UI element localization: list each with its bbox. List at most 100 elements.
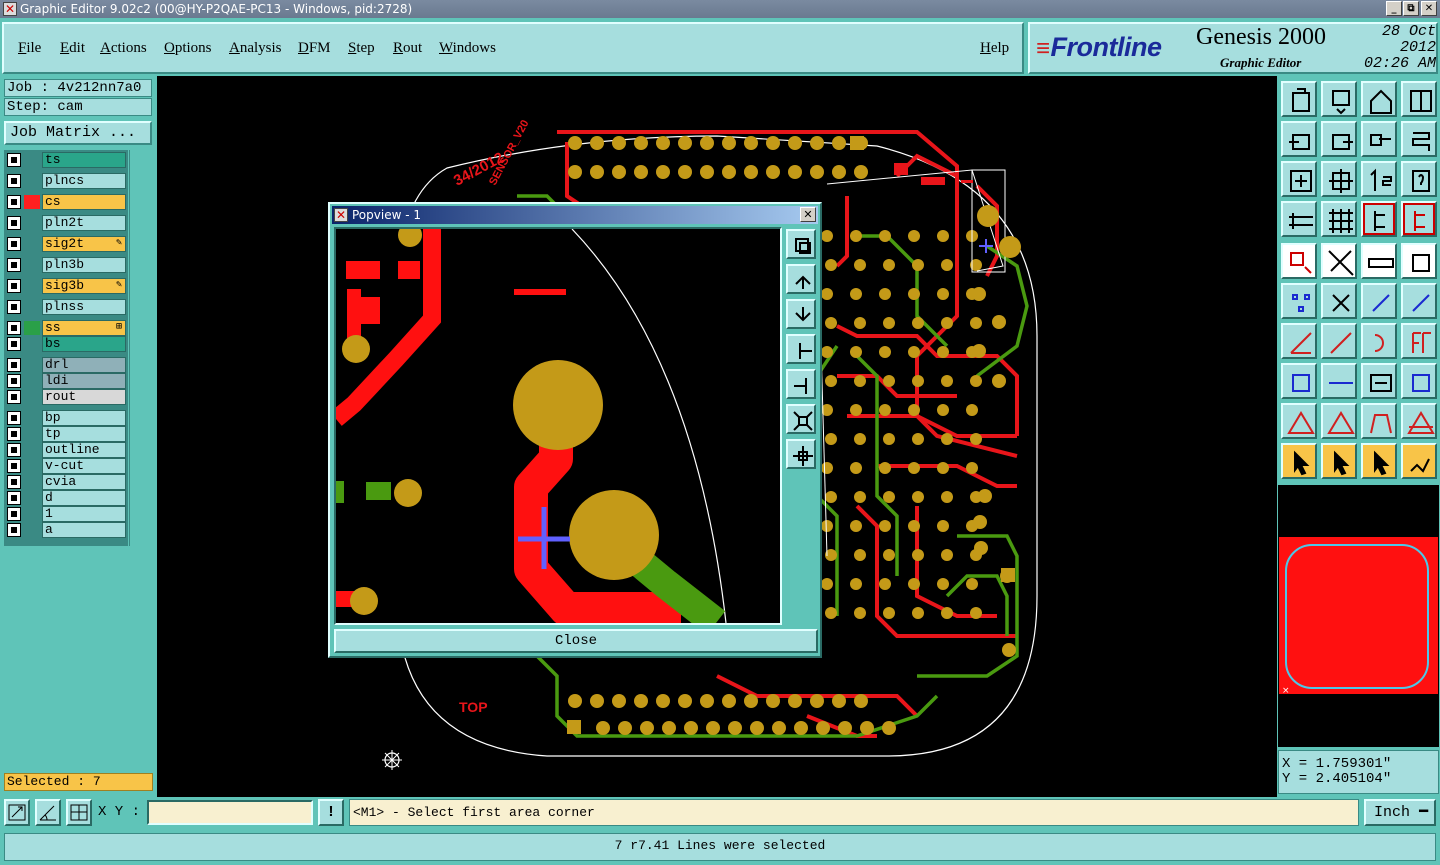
layer-name[interactable]: ss ⊞ — [42, 320, 126, 336]
triangle-icon[interactable] — [1281, 403, 1317, 439]
arrow-left-icon[interactable] — [1281, 121, 1317, 157]
layer-row[interactable]: outline — [4, 442, 128, 458]
popview-close-button[interactable]: Close — [334, 629, 818, 653]
layer-name[interactable]: plnss — [42, 299, 126, 315]
layer-name[interactable]: v-cut — [42, 458, 126, 474]
layer-checkbox[interactable] — [7, 374, 21, 388]
layer-checkbox[interactable] — [7, 390, 21, 404]
layer-row[interactable]: bp — [4, 410, 128, 426]
ff-icon[interactable] — [1401, 323, 1437, 359]
menu-options[interactable]: Options — [164, 40, 212, 57]
menu-dfm[interactable]: DFM — [298, 40, 331, 57]
pointer-icon[interactable] — [1281, 443, 1317, 479]
layer-name[interactable]: sig3b ✎ — [42, 278, 126, 294]
layer-row[interactable]: sig2t ✎ — [4, 236, 128, 252]
menu-edit[interactable]: Edit — [60, 40, 85, 57]
mirror-icon[interactable] — [1401, 121, 1437, 157]
layer-checkbox[interactable] — [7, 443, 21, 457]
layer-checkbox[interactable] — [7, 153, 21, 167]
swap-icon[interactable] — [1361, 121, 1397, 157]
menu-step[interactable]: Step — [348, 40, 375, 57]
menu-actions[interactable]: Actions — [100, 40, 147, 57]
layer-row[interactable]: ts — [4, 152, 128, 168]
layer-checkbox[interactable] — [7, 427, 21, 441]
layer-row[interactable]: v-cut — [4, 458, 128, 474]
layer-name[interactable]: 1 — [42, 506, 126, 522]
layer-row[interactable]: sig3b ✎ — [4, 278, 128, 294]
layer-row[interactable]: pln2t — [4, 215, 128, 231]
layer-checkbox[interactable] — [7, 411, 21, 425]
layer-name[interactable]: pln3b — [42, 257, 126, 273]
clipboard-up-icon[interactable] — [1281, 81, 1317, 117]
overview-map[interactable]: × — [1278, 485, 1439, 747]
layer-checkbox[interactable] — [7, 523, 21, 537]
layer-row[interactable]: rout — [4, 389, 128, 405]
grid-icon[interactable] — [1321, 201, 1357, 237]
scale-1to2-icon[interactable] — [1361, 161, 1397, 197]
measure-angle-icon[interactable] — [35, 799, 61, 826]
triangle-alt-icon[interactable] — [1321, 403, 1357, 439]
snap-icon[interactable] — [1361, 201, 1397, 237]
layer-checkbox[interactable] — [7, 321, 21, 335]
layer-row[interactable]: ss ⊞ — [4, 320, 128, 336]
layer-tool-icon[interactable] — [1281, 201, 1317, 237]
cross-icon[interactable] — [1321, 283, 1357, 319]
maximize-button[interactable]: ⧉ — [1403, 1, 1419, 16]
layer-name[interactable]: rout — [42, 389, 126, 405]
layer-name[interactable]: d — [42, 490, 126, 506]
layer-checkbox[interactable] — [7, 195, 21, 209]
ruler-icon[interactable] — [1361, 243, 1397, 279]
layer-checkbox[interactable] — [7, 174, 21, 188]
close-window-button[interactable]: ✕ — [1421, 1, 1437, 16]
xy-input[interactable] — [147, 800, 313, 825]
layer-checkbox[interactable] — [7, 459, 21, 473]
add-line-icon[interactable] — [1361, 283, 1397, 319]
unit-select[interactable]: Inch ━ — [1364, 799, 1436, 826]
layer-row[interactable]: bs — [4, 336, 128, 352]
layer-row[interactable]: plnss — [4, 299, 128, 315]
layer-checkbox[interactable] — [7, 337, 21, 351]
zoom-center-icon[interactable] — [1321, 161, 1357, 197]
draw-line-icon[interactable] — [1321, 323, 1357, 359]
edit-angle-icon[interactable] — [1281, 323, 1317, 359]
alert-button[interactable]: ! — [318, 799, 344, 826]
layer-name[interactable]: pln2t — [42, 215, 126, 231]
zoom-fit-icon[interactable] — [786, 229, 816, 259]
popview-canvas[interactable] — [334, 227, 782, 625]
layer-name[interactable]: bs — [42, 336, 126, 352]
layer-name[interactable]: plncs — [42, 173, 126, 189]
layer-name[interactable]: tp — [42, 426, 126, 442]
pan-up-icon[interactable] — [786, 264, 816, 294]
query-icon[interactable] — [1401, 161, 1437, 197]
layer-name[interactable]: a — [42, 522, 126, 538]
arrow-right-icon[interactable] — [1321, 121, 1357, 157]
clipboard-down-icon[interactable] — [1321, 81, 1357, 117]
layer-row[interactable]: d — [4, 490, 128, 506]
popview-close-icon[interactable]: ✕ — [800, 207, 816, 222]
grid-snap-icon[interactable] — [66, 799, 92, 826]
layer-name[interactable]: outline — [42, 442, 126, 458]
snap-alt-icon[interactable] — [1401, 201, 1437, 237]
add-line-alt-icon[interactable] — [1401, 283, 1437, 319]
layer-checkbox[interactable] — [7, 507, 21, 521]
layer-row[interactable]: pln3b — [4, 257, 128, 273]
layer-checkbox[interactable] — [7, 491, 21, 505]
pointer-frame-icon[interactable] — [1361, 443, 1397, 479]
triangle-marked-icon[interactable] — [1401, 403, 1437, 439]
layer-row[interactable]: drl — [4, 357, 128, 373]
layer-checkbox[interactable] — [7, 216, 21, 230]
job-matrix-button[interactable]: Job Matrix ... — [4, 121, 152, 145]
layer-checkbox[interactable] — [7, 358, 21, 372]
layer-row[interactable]: ldi — [4, 373, 128, 389]
pan-down-icon[interactable] — [786, 299, 816, 329]
layer-row[interactable]: 1 — [4, 506, 128, 522]
window-split-icon[interactable] — [1401, 81, 1437, 117]
layer-row[interactable]: a — [4, 522, 128, 538]
layer-row[interactable]: cvia — [4, 474, 128, 490]
layer-scrollbar[interactable] — [129, 150, 153, 546]
zoom-box-icon[interactable] — [4, 799, 30, 826]
add-via-icon[interactable] — [1281, 363, 1317, 399]
layer-row[interactable]: tp — [4, 426, 128, 442]
layer-row[interactable]: plncs — [4, 173, 128, 189]
menu-help[interactable]: Help — [980, 40, 1009, 57]
